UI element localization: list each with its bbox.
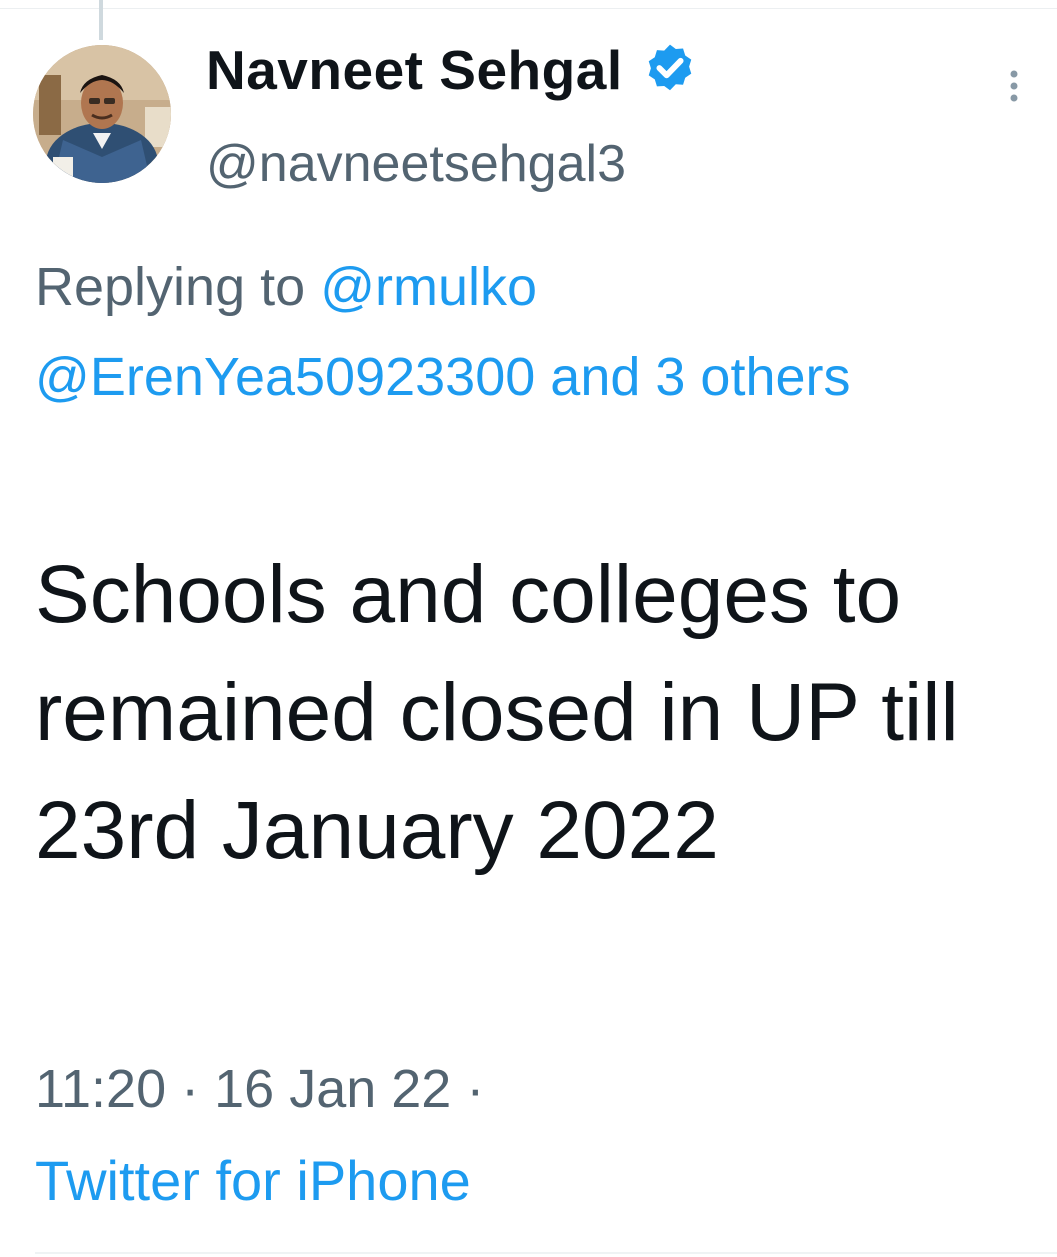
author-name-row: Navneet Sehgal <box>206 38 699 102</box>
tweet-time[interactable]: 11:20 <box>35 1059 166 1119</box>
mention-link-rmulko[interactable]: @rmulko <box>320 257 537 317</box>
mention-others-link[interactable]: and 3 others <box>550 347 850 407</box>
verified-badge-icon <box>648 44 691 91</box>
tweet-text: Schools and colleges to remained closed … <box>35 549 959 876</box>
mention-link-erenyea[interactable]: @ErenYea50923300 <box>35 347 535 407</box>
replying-to-label: Replying to <box>35 257 306 317</box>
more-options-icon[interactable] <box>1002 68 1026 108</box>
tweet-source-link[interactable]: Twitter for iPhone <box>35 1148 471 1213</box>
meta-separator: · <box>466 1059 485 1119</box>
top-divider <box>0 8 1057 9</box>
avatar[interactable] <box>33 45 171 183</box>
meta-separator: · <box>181 1059 200 1119</box>
tweet-meta: 11:20 · 16 Jan 22 · <box>35 1058 484 1120</box>
replying-to-line: Replying to @rmulko @ErenYea50923300 and… <box>35 242 995 422</box>
tweet-date[interactable]: 16 Jan 22 <box>214 1059 451 1119</box>
author-display-name[interactable]: Navneet Sehgal <box>206 38 623 102</box>
bottom-divider <box>35 1252 1057 1254</box>
thread-connector-line <box>99 0 103 40</box>
author-handle[interactable]: @navneetsehgal3 <box>206 134 626 194</box>
